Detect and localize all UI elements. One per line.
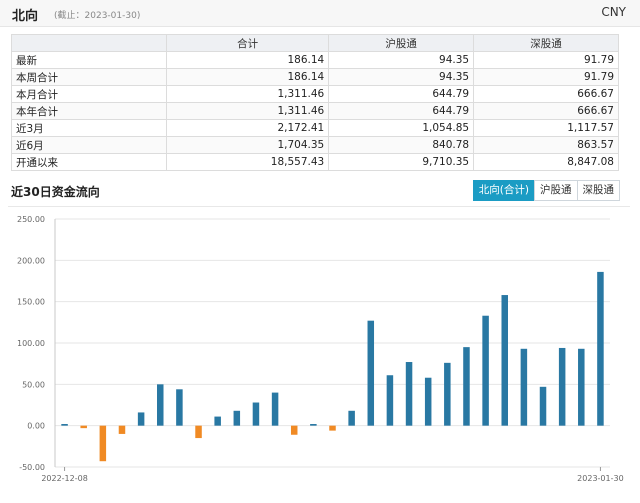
bar [386, 375, 394, 426]
cell-sh: 644.79 [328, 102, 475, 120]
y-tick-label: 50.00 [22, 380, 45, 389]
cell-sh: 94.35 [328, 51, 475, 69]
bar [252, 402, 260, 426]
chart-tabs: 北向(合计) 沪股通 深股通 [472, 180, 620, 201]
header-bar: 北向 (截止：2023-01-30) CNY [0, 0, 640, 27]
cell-total: 186.14 [165, 68, 330, 86]
bar [329, 425, 336, 431]
cell-sh: 1,054.85 [328, 119, 475, 137]
bar [558, 347, 566, 426]
y-tick-label: 100.00 [17, 339, 45, 348]
cell-sz: 91.79 [473, 51, 619, 69]
y-tick-label: 200.00 [17, 256, 45, 265]
row-label: 本年合计 [11, 102, 167, 120]
cell-sh: 9,710.35 [328, 153, 475, 171]
table-row: 最新 186.14 94.35 91.79 [11, 51, 619, 69]
x-tick-label: 2022-12-08 [41, 474, 88, 483]
table-row: 开通以来 18,557.43 9,710.35 8,847.08 [11, 153, 619, 171]
bar [214, 416, 221, 426]
bar [61, 424, 68, 426]
cell-sh: 840.78 [328, 136, 475, 154]
date-note: (截止：2023-01-30) [54, 11, 141, 21]
cell-total: 1,704.35 [165, 136, 330, 154]
bar [137, 412, 145, 426]
bar [367, 320, 375, 426]
column-header: 合计 [165, 34, 330, 52]
bar [348, 410, 355, 426]
bar [482, 315, 489, 426]
page-title: 北向 [12, 9, 39, 24]
cell-total: 18,557.43 [165, 153, 330, 171]
cell-sz: 91.79 [473, 68, 619, 86]
bar [424, 377, 432, 426]
bar [444, 362, 451, 426]
cell-sz: 8,847.08 [473, 153, 619, 171]
y-tick-label: 0.00 [27, 422, 45, 431]
x-tick-label: 2023-01-30 [577, 474, 624, 483]
bar [233, 410, 241, 426]
bar [463, 347, 470, 426]
row-label: 本周合计 [11, 68, 167, 86]
bar [405, 362, 413, 426]
row-label: 近6月 [11, 136, 167, 154]
tab-shenzhen-connect[interactable]: 深股通 [576, 180, 620, 201]
table-row: 本月合计 1,311.46 644.79 666.67 [11, 85, 619, 103]
cell-sz: 863.57 [473, 136, 619, 154]
chart-section-title: 近30日资金流向 [11, 185, 100, 199]
bar [578, 348, 585, 426]
bar [539, 386, 547, 426]
table-row: 本年合计 1,311.46 644.79 666.67 [11, 102, 619, 120]
bar [520, 348, 528, 426]
tab-shanghai-connect[interactable]: 沪股通 [534, 180, 578, 201]
cell-total: 1,311.46 [165, 85, 330, 103]
table-header-row: 合计 沪股通 深股通 [11, 34, 619, 52]
cell-sz: 666.67 [473, 85, 619, 103]
table-row: 近6月 1,704.35 840.78 863.57 [11, 136, 619, 154]
table-row: 本周合计 186.14 94.35 91.79 [11, 68, 619, 86]
flow-bar-chart: -50.00 0.00 50.00 100.00 150.00 200.00 250.00 2… [17, 215, 624, 483]
column-header [11, 34, 167, 52]
cell-total: 186.14 [165, 51, 330, 69]
bar [290, 425, 298, 435]
bar [195, 425, 202, 439]
row-label: 最新 [11, 51, 167, 69]
cell-sz: 1,117.57 [473, 119, 619, 137]
currency-label: CNY [601, 5, 626, 19]
bar [310, 424, 317, 426]
column-header: 沪股通 [328, 34, 475, 52]
tab-northbound-total[interactable]: 北向(合计) [472, 180, 535, 201]
bar [501, 295, 508, 426]
cell-total: 1,311.46 [165, 102, 330, 120]
y-tick-label: -50.00 [19, 463, 45, 472]
row-label: 近3月 [11, 119, 167, 137]
cell-sh: 644.79 [328, 85, 475, 103]
row-label: 开通以来 [11, 153, 167, 171]
table-row: 近3月 2,172.41 1,054.85 1,117.57 [11, 119, 619, 137]
column-header: 深股通 [473, 34, 619, 52]
summary-table: 合计 沪股通 深股通 最新 186.14 94.35 91.79 本周合计 18… [11, 34, 619, 171]
bar [176, 389, 183, 426]
bar [157, 384, 164, 426]
cell-sh: 94.35 [328, 68, 475, 86]
chart-container: -50.00 0.00 50.00 100.00 150.00 200.00 250.00 2… [8, 206, 630, 499]
bar [118, 425, 126, 434]
y-tick-label: 250.00 [17, 215, 45, 224]
bar [99, 425, 107, 462]
bar [271, 392, 279, 426]
y-tick-label: 150.00 [17, 298, 45, 307]
bar [80, 425, 87, 429]
bar [597, 271, 604, 426]
cell-sz: 666.67 [473, 102, 619, 120]
cell-total: 2,172.41 [165, 119, 330, 137]
row-label: 本月合计 [11, 85, 167, 103]
